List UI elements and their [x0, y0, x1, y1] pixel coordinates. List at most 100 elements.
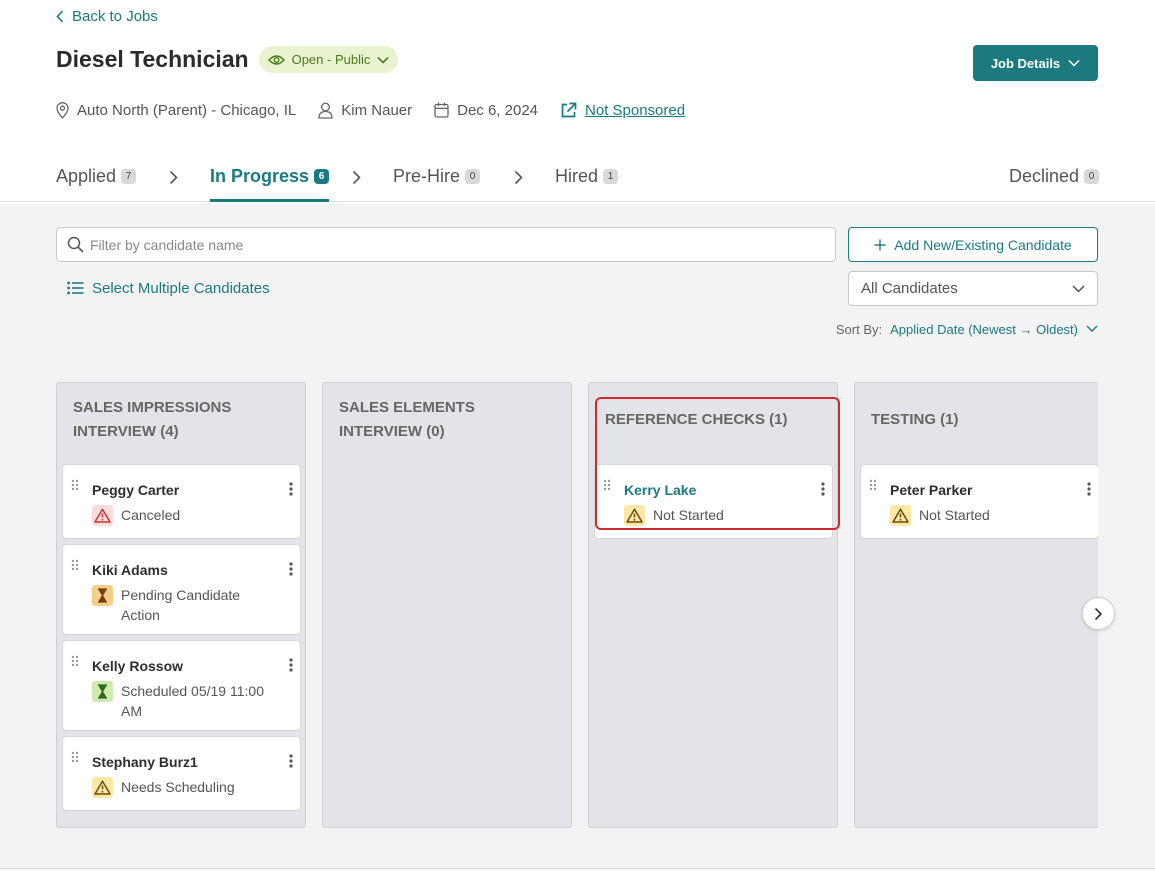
- candidate-status: Pending Candidate Action: [92, 585, 272, 625]
- more-options-icon[interactable]: [289, 482, 293, 496]
- search-input[interactable]: [90, 236, 835, 253]
- status-text: Pending Candidate Action: [121, 587, 241, 623]
- sort-dropdown[interactable]: Applied Date (Newest → Oldest): [890, 322, 1098, 337]
- job-status-dropdown[interactable]: Open - Public: [258, 46, 399, 73]
- add-candidate-button[interactable]: Add New/Existing Candidate: [848, 227, 1098, 262]
- stage-column: SALES IMPRESSIONS INTERVIEW (4) Peggy Ca…: [56, 382, 306, 828]
- date-text: Dec 6, 2024: [457, 101, 539, 119]
- not-sponsored-link[interactable]: Not Sponsored: [585, 102, 685, 119]
- candidate-name[interactable]: Stephany Burz1: [92, 754, 198, 770]
- list-icon: [67, 281, 84, 295]
- chevron-right-icon: [1094, 607, 1103, 620]
- add-candidate-label: Add New/Existing Candidate: [894, 236, 1072, 253]
- warning-icon: [92, 777, 113, 798]
- drag-handle-icon[interactable]: [71, 751, 79, 763]
- column-title: TESTING (1): [871, 411, 959, 428]
- column-title: SALES IMPRESSIONS INTERVIEW (4): [73, 399, 232, 440]
- hourglass-icon: [92, 681, 113, 702]
- job-details-label: Job Details: [990, 55, 1061, 71]
- job-meta-row: Auto North (Parent) - Chicago, IL Kim Na…: [56, 100, 707, 120]
- sort-value: Applied Date (Newest → Oldest): [890, 321, 1078, 337]
- chevron-right-icon: [169, 170, 178, 185]
- more-options-icon[interactable]: [289, 562, 293, 576]
- stage-column: SALES ELEMENTS INTERVIEW (0): [322, 382, 572, 828]
- search-icon: [67, 236, 84, 253]
- chevron-down-icon: [1086, 325, 1098, 332]
- hourglass-icon: [92, 585, 113, 606]
- plus-icon: [874, 239, 886, 250]
- tab-label: In Progress: [210, 166, 310, 186]
- recruiter-text: Kim Nauer: [341, 101, 413, 119]
- candidate-status: Canceled: [92, 505, 272, 526]
- candidate-card[interactable]: Stephany Burz1 Needs Scheduling: [62, 736, 301, 811]
- back-to-jobs-link[interactable]: Back to Jobs: [56, 6, 158, 26]
- candidate-status: Not Started: [890, 505, 1070, 526]
- candidate-status: Scheduled 05/19 11:00 AM: [92, 681, 272, 721]
- chevron-right-icon: [352, 170, 361, 185]
- tab-in-progress[interactable]: In Progress 6: [210, 160, 330, 202]
- warning-icon: [624, 505, 645, 526]
- more-options-icon[interactable]: [289, 658, 293, 672]
- candidate-card[interactable]: Kiki Adams Pending Candidate Action: [62, 544, 301, 635]
- select-multiple-button[interactable]: Select Multiple Candidates: [67, 278, 270, 298]
- scroll-right-button[interactable]: [1082, 597, 1115, 630]
- calendar-icon: [434, 102, 449, 118]
- stage-column: REFERENCE CHECKS (1) Kerry Lake Not Star…: [588, 382, 838, 828]
- drag-handle-icon[interactable]: [71, 559, 79, 571]
- select-multiple-label: Select Multiple Candidates: [92, 279, 270, 297]
- column-title: SALES ELEMENTS INTERVIEW (0): [339, 399, 475, 440]
- candidate-card[interactable]: Peter Parker Not Started: [860, 464, 1098, 539]
- tab-count: 0: [1084, 169, 1100, 184]
- tab-label: Hired: [555, 166, 599, 186]
- candidate-name[interactable]: Kelly Rossow: [92, 658, 183, 674]
- status-text: Needs Scheduling: [121, 779, 235, 795]
- location-text: Auto North (Parent) - Chicago, IL: [77, 101, 297, 119]
- status-text: Scheduled 05/19 11:00 AM: [121, 683, 264, 719]
- tab-declined[interactable]: Declined 0: [1009, 160, 1100, 202]
- tab-label: Declined: [1009, 166, 1080, 186]
- job-details-button[interactable]: Job Details: [973, 45, 1098, 81]
- drag-handle-icon[interactable]: [71, 479, 79, 491]
- candidate-filter-select[interactable]: All Candidates: [848, 271, 1098, 306]
- tab-pre-hire[interactable]: Pre-Hire 0: [393, 160, 481, 202]
- pipeline-tabs: Applied 7 In Progress 6 Pre-Hire 0 Hired…: [56, 160, 1100, 202]
- person-icon: [318, 102, 333, 119]
- candidate-status: Not Started: [624, 505, 804, 526]
- candidate-card[interactable]: Kerry Lake Not Started: [594, 464, 833, 539]
- tab-count: 0: [465, 169, 481, 184]
- more-options-icon[interactable]: [821, 482, 825, 496]
- job-header: Back to Jobs Diesel Technician Open - Pu…: [0, 0, 1155, 202]
- candidate-name[interactable]: Peggy Carter: [92, 482, 179, 498]
- candidate-status: Needs Scheduling: [92, 777, 272, 798]
- sort-control: Sort By: Applied Date (Newest → Oldest): [836, 320, 1098, 338]
- job-recruiter: Kim Nauer: [318, 102, 412, 119]
- candidate-card[interactable]: Kelly Rossow Scheduled 05/19 11:00 AM: [62, 640, 301, 731]
- stage-column: TESTING (1) Peter Parker Not Started: [854, 382, 1098, 828]
- location-pin-icon: [56, 101, 69, 119]
- status-text: Not Started: [919, 507, 990, 523]
- warning-icon: [890, 505, 911, 526]
- drag-handle-icon[interactable]: [869, 479, 877, 491]
- chevron-down-icon: [1072, 284, 1085, 293]
- candidate-card[interactable]: Peggy Carter Canceled: [62, 464, 301, 539]
- title-row: Diesel Technician Open - Public: [56, 46, 399, 73]
- more-options-icon[interactable]: [1087, 482, 1091, 496]
- tab-hired[interactable]: Hired 1: [555, 160, 619, 202]
- more-options-icon[interactable]: [289, 754, 293, 768]
- tab-applied[interactable]: Applied 7: [56, 160, 137, 202]
- chevron-down-icon: [1068, 59, 1080, 67]
- status-text: Not Started: [653, 507, 724, 523]
- drag-handle-icon[interactable]: [71, 655, 79, 667]
- candidate-search[interactable]: [56, 227, 836, 262]
- filter-value: All Candidates: [861, 280, 958, 297]
- candidate-name[interactable]: Kerry Lake: [624, 482, 696, 498]
- drag-handle-icon[interactable]: [603, 479, 611, 491]
- candidate-name[interactable]: Kiki Adams: [92, 562, 168, 578]
- tab-label: Applied: [56, 166, 117, 186]
- candidate-name[interactable]: Peter Parker: [890, 482, 973, 498]
- kanban-board: SALES IMPRESSIONS INTERVIEW (4) Peggy Ca…: [56, 382, 1098, 828]
- page-title: Diesel Technician: [56, 46, 249, 72]
- external-link-icon: [561, 102, 577, 117]
- sponsorship[interactable]: Not Sponsored: [560, 102, 685, 119]
- column-title: REFERENCE CHECKS (1): [605, 411, 788, 428]
